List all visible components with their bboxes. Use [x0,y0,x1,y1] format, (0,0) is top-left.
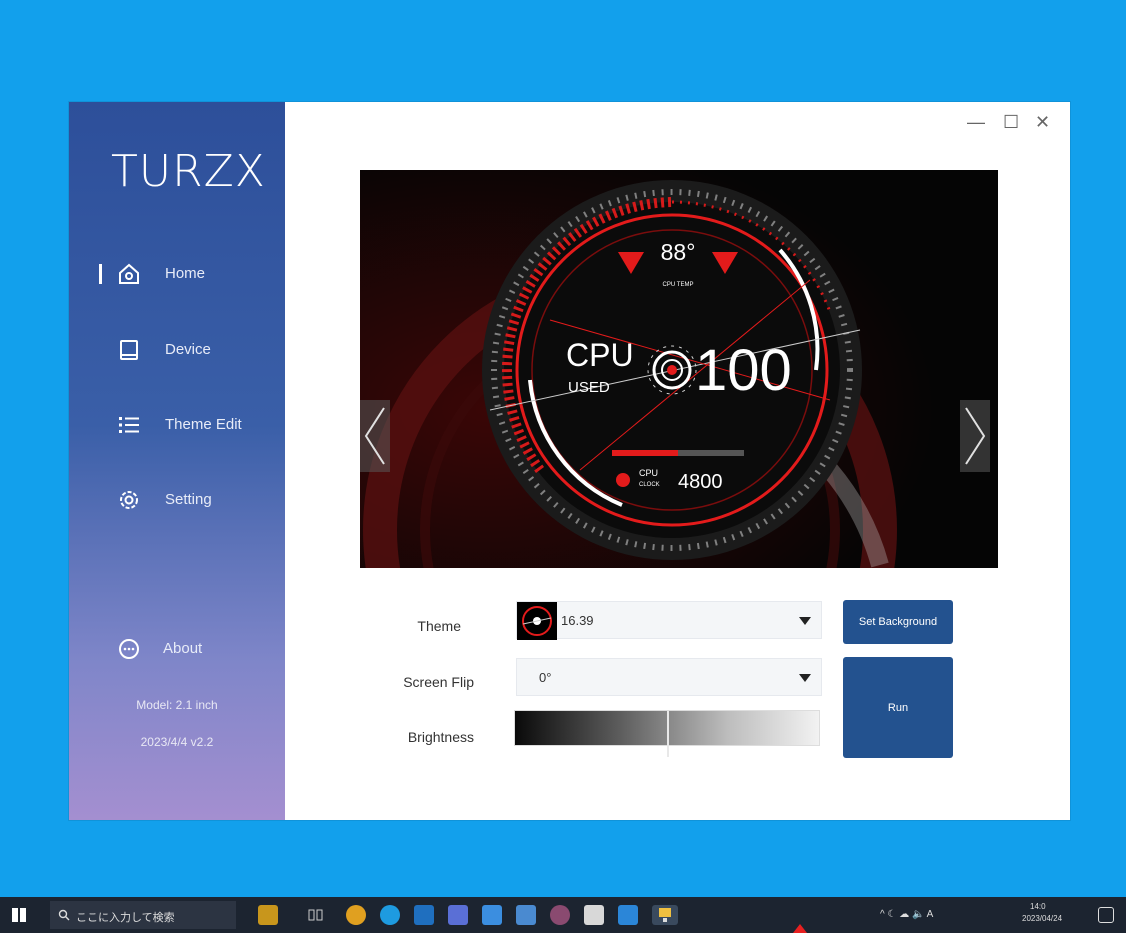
cpu-temp-value: 88° [661,239,696,265]
theme-preview: 88° CPU TEMP CPU USED 100 CPU CLOCK 4800 [360,170,998,568]
used-label: USED [568,379,610,396]
home-icon [119,263,139,284]
chrome-icon[interactable] [346,905,366,925]
sidebar-item-label: Home [165,265,206,282]
gear-icon [120,491,138,509]
list-icon [119,417,139,433]
notepad-icon[interactable] [584,905,604,925]
clock-bar-fill [612,450,678,456]
briefcase-icon[interactable] [258,905,278,925]
version-text: 2023/4/4 v2.2 [140,735,214,749]
sidebar-item-label: About [163,640,203,657]
start-button[interactable] [10,906,28,924]
cpu-temp-label: CPU TEMP [663,282,694,288]
edge-icon[interactable] [380,905,400,925]
sidebar-item-theme-edit[interactable]: Theme Edit [69,405,285,445]
minimize-button[interactable]: — [967,112,985,133]
cpu-usage-value: 100 [695,338,792,403]
media-icon[interactable] [550,905,570,925]
sidebar-item-label: Theme Edit [165,416,242,433]
next-theme-button[interactable] [960,400,990,472]
taskbar-clock-date[interactable]: 2023/04/24 [1022,914,1062,923]
clock-label-line-1: CPU [639,468,658,478]
search-icon [58,909,70,921]
system-tray[interactable]: ^ ☾ ☁ 🔈 A [880,909,933,920]
run-button[interactable]: Run [843,657,953,758]
chevron-left-icon [364,407,385,465]
chevron-right-icon [965,407,986,465]
sidebar-item-label: Setting [165,491,212,508]
notification-icon[interactable] [1098,907,1114,923]
model-text: Model: 2.1 inch [136,698,218,712]
screen-flip-value: 0° [539,670,552,685]
sidebar-item-home[interactable]: Home [69,254,285,294]
teams-icon[interactable] [448,905,468,925]
app-icon[interactable] [618,905,638,925]
theme-select-value: 16.39 [561,613,594,628]
taskbar-clock-time[interactable]: 14:0 [1030,902,1046,911]
about-icon [119,639,139,659]
turzx-taskbar-icon[interactable] [652,905,678,925]
sidebar-item-label: Device [165,341,211,358]
sidebar-item-setting[interactable]: Setting [69,480,285,520]
taskbar: ここに入力して検索 ^ ☾ ☁ 🔈 A 14:0 2023/04/24 [0,897,1126,933]
brightness-slider-thumb[interactable] [667,711,669,757]
task-view-icon[interactable] [306,905,326,925]
screen-flip-label: Screen Flip [403,674,474,690]
chevron-down-icon [799,674,811,682]
sidebar: TURZX Home Device Theme Edit Setting Abo… [69,102,285,820]
sidebar-item-device[interactable]: Device [69,330,285,370]
cpu-label: CPU [566,337,634,373]
maximize-button[interactable]: ☐ [1003,112,1019,133]
theme-thumbnail [517,602,557,640]
theme-select[interactable]: 16.39 [516,601,822,640]
pointer-arrow-icon [793,924,807,933]
gauge-graphic: 88° CPU TEMP CPU USED 100 CPU CLOCK 4800 [360,170,998,568]
store-icon[interactable] [482,905,502,925]
mail-icon[interactable] [516,905,536,925]
brightness-label: Brightness [407,729,474,745]
sidebar-item-about[interactable]: About [69,629,285,669]
device-icon [120,340,138,360]
windows-icon [12,908,26,922]
brand-logo: TURZX [111,146,266,197]
outlook-icon[interactable] [414,905,434,925]
previous-theme-button[interactable] [360,400,390,472]
set-background-button[interactable]: Set Background [843,600,953,644]
theme-label: Theme [417,618,461,634]
app-window: TURZX Home Device Theme Edit Setting Abo… [69,102,1070,820]
brightness-slider[interactable] [514,710,820,757]
clock-label-line-2: CLOCK [639,482,660,488]
screen-flip-select[interactable]: 0° [516,658,822,696]
active-marker [99,264,102,284]
cpu-clock-value: 4800 [678,471,723,493]
chevron-down-icon [799,617,811,625]
close-button[interactable]: ✕ [1035,112,1050,133]
taskbar-search-box[interactable]: ここに入力して検索 [50,901,236,929]
